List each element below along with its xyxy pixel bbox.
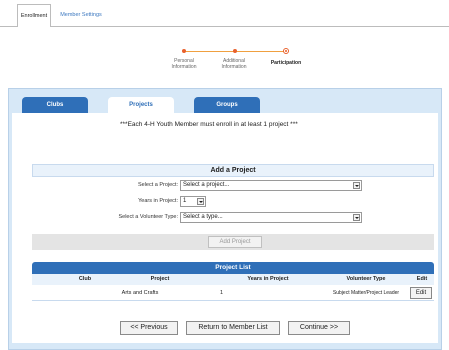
tab-divider — [0, 26, 449, 27]
project-select[interactable]: Select a project... — [180, 180, 362, 191]
column-project: Project — [150, 276, 170, 282]
cell-volunteer-type: Subject Matter/Project Leader — [332, 290, 400, 296]
add-project-button[interactable]: Add Project — [208, 236, 262, 248]
column-years: Years in Project — [247, 276, 289, 282]
step-dot-participation — [283, 48, 289, 54]
projects-tab-content — [12, 113, 438, 343]
step-dot-additional — [233, 49, 237, 53]
edit-button[interactable]: Edit — [410, 287, 432, 299]
years-label: Years in Project: — [138, 198, 178, 204]
participation-tabs: Clubs Projects Groups — [12, 97, 438, 113]
previous-button[interactable]: << Previous — [120, 321, 178, 335]
volunteer-type-select[interactable]: Select a type... — [180, 212, 362, 223]
project-list-header: Project List — [32, 262, 434, 274]
column-edit: Edit — [416, 276, 428, 282]
tab-groups[interactable]: Groups — [194, 97, 260, 113]
tab-clubs[interactable]: Clubs — [22, 97, 88, 113]
chevron-down-icon — [197, 198, 204, 205]
add-project-header: Add a Project — [32, 164, 434, 177]
step-label-participation: Participation — [270, 60, 302, 66]
volunteer-type-label: Select a Volunteer Type: — [118, 214, 178, 220]
enrollment-notice: ***Each 4-H Youth Member must enroll in … — [120, 121, 298, 128]
step-dot-personal — [182, 49, 186, 53]
chevron-down-icon — [353, 214, 360, 221]
cell-years: 1 — [220, 290, 224, 296]
tab-member-settings[interactable]: Member Settings — [56, 4, 106, 26]
continue-button[interactable]: Continue >> — [288, 321, 350, 335]
tab-enrollment[interactable]: Enrollment — [17, 4, 51, 27]
step-label-additional: Additional Information — [221, 58, 247, 70]
column-volunteer-type: Volunteer Type — [346, 276, 386, 282]
years-select[interactable]: 1 — [180, 196, 206, 207]
column-club: Club — [78, 276, 92, 282]
return-to-member-list-button[interactable]: Return to Member List — [186, 321, 280, 335]
step-label-personal: Personal Information — [171, 58, 197, 70]
tab-projects[interactable]: Projects — [108, 97, 174, 113]
cell-project: Arts and Crafts — [121, 290, 159, 296]
select-project-label: Select a Project: — [137, 182, 178, 188]
chevron-down-icon — [353, 182, 360, 189]
